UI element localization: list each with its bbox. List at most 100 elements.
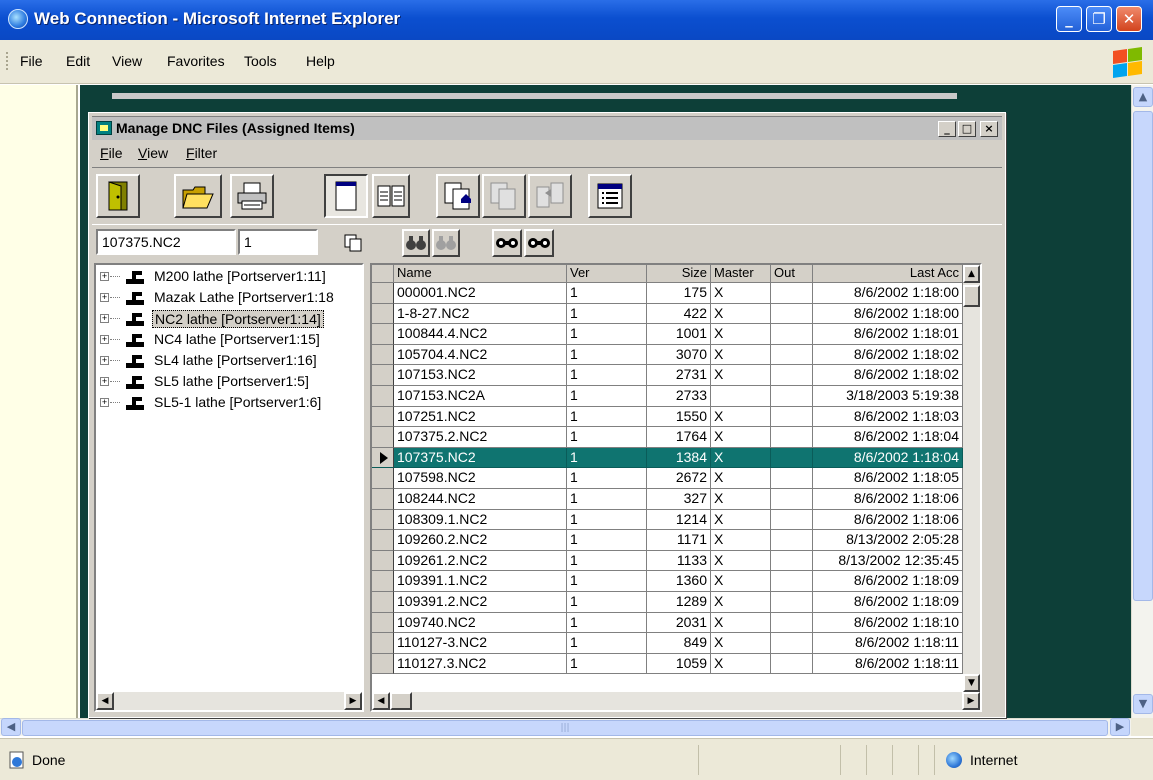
horizontal-scroll-thumb[interactable]: |||: [22, 720, 1108, 736]
file-grid[interactable]: Name Ver Size Master Out Last Acc 110127.3.NC…: [370, 263, 982, 712]
minimize-button[interactable]: _: [1056, 6, 1082, 32]
row-indicator[interactable]: [372, 386, 394, 407]
table-row[interactable]: 108244.NC2 1 327 X 8/6/2002 1:18:06: [372, 489, 963, 510]
row-indicator[interactable]: [372, 468, 394, 489]
dnc-maximize-button[interactable]: □: [958, 121, 976, 137]
menu-view[interactable]: View: [112, 53, 142, 69]
row-indicator[interactable]: [372, 633, 394, 654]
row-indicator[interactable]: [372, 489, 394, 510]
compare-file-button[interactable]: [528, 174, 572, 218]
row-indicator[interactable]: [372, 509, 394, 531]
table-row[interactable]: 109261.2.NC2 1 1133 X 8/13/2002 12:35:45: [372, 550, 963, 572]
print-button[interactable]: [230, 174, 274, 218]
exit-button[interactable]: [96, 174, 140, 218]
table-row[interactable]: 107375.NC2 1 1384 X 8/6/2002 1:18:04: [372, 447, 963, 469]
dnc-menu-filter[interactable]: Filter: [186, 145, 217, 161]
row-indicator[interactable]: [372, 406, 394, 428]
expand-icon[interactable]: +: [100, 398, 109, 407]
expand-icon[interactable]: +: [100, 356, 109, 365]
grid-vertical-scrollbar[interactable]: ▲ ▼: [963, 265, 980, 692]
dnc-menu-file[interactable]: File: [100, 145, 123, 161]
expand-icon[interactable]: +: [100, 314, 109, 323]
menu-edit[interactable]: Edit: [66, 53, 90, 69]
compare-view-button[interactable]: [372, 174, 410, 218]
table-row[interactable]: 107375.2.NC2 1 1764 X 8/6/2002 1:18:04: [372, 427, 963, 448]
row-indicator[interactable]: [372, 303, 394, 325]
table-row[interactable]: 109260.2.NC2 1 1171 X 8/13/2002 2:05:28: [372, 530, 963, 551]
row-indicator[interactable]: [372, 550, 394, 572]
menu-favorites[interactable]: Favorites: [167, 53, 225, 69]
grid-scroll-left-button[interactable]: ◀: [372, 692, 390, 710]
page-vertical-scrollbar[interactable]: ▲ ▼: [1131, 85, 1153, 718]
table-row[interactable]: 105704.4.NC2 1 3070 X 8/6/2002 1:18:02: [372, 344, 963, 366]
copy-button[interactable]: [340, 229, 366, 257]
table-row[interactable]: 108309.1.NC2 1 1214 X 8/6/2002 1:18:06: [372, 509, 963, 531]
dnc-minimize-button[interactable]: _: [938, 121, 956, 137]
row-indicator[interactable]: [372, 427, 394, 448]
grid-scroll-down-button[interactable]: ▼: [963, 674, 980, 692]
tree-scroll-left-button[interactable]: ◀: [96, 692, 114, 710]
row-indicator[interactable]: [372, 365, 394, 386]
table-row[interactable]: 110127.3.NC2 1 1059 X 8/6/2002 1:18:11: [372, 653, 963, 675]
column-header-name[interactable]: Name: [394, 265, 567, 283]
row-indicator[interactable]: [372, 612, 394, 634]
list-view-button[interactable]: [588, 174, 632, 218]
menu-tools[interactable]: Tools: [244, 53, 277, 69]
table-row[interactable]: 107153.NC2A 1 2733 3/18/2003 5:19:38: [372, 386, 963, 407]
grid-scroll-up-button[interactable]: ▲: [963, 265, 980, 283]
page-horizontal-scrollbar[interactable]: ◀ ||| ▶: [0, 718, 1131, 736]
file-name-input[interactable]: 107375.NC2: [96, 229, 236, 255]
grid-horizontal-scrollbar[interactable]: ◀ ▶: [372, 692, 980, 710]
table-row[interactable]: 109391.2.NC2 1 1289 X 8/6/2002 1:18:09: [372, 592, 963, 613]
expand-icon[interactable]: +: [100, 377, 109, 386]
table-row[interactable]: 107251.NC2 1 1550 X 8/6/2002 1:18:03: [372, 406, 963, 428]
scroll-down-button[interactable]: ▼: [1133, 694, 1153, 714]
column-header-last-access[interactable]: Last Acc: [813, 265, 963, 283]
row-indicator[interactable]: [372, 344, 394, 366]
row-indicator[interactable]: [372, 324, 394, 345]
filter-on-button[interactable]: [492, 229, 522, 257]
find-next-button[interactable]: [432, 229, 460, 257]
menu-file[interactable]: File: [20, 53, 43, 69]
expand-icon[interactable]: +: [100, 293, 109, 302]
table-row[interactable]: 107598.NC2 1 2672 X 8/6/2002 1:18:05: [372, 468, 963, 489]
scroll-up-button[interactable]: ▲: [1133, 87, 1153, 107]
find-button[interactable]: [402, 229, 430, 257]
tree-scroll-right-button[interactable]: ▶: [344, 692, 362, 710]
row-indicator[interactable]: [372, 592, 394, 613]
move-file-button[interactable]: [436, 174, 480, 218]
filter-off-button[interactable]: [524, 229, 554, 257]
column-header-ver[interactable]: Ver: [567, 265, 647, 283]
grid-horizontal-thumb[interactable]: [390, 692, 412, 710]
table-row[interactable]: 110127-3.NC2 1 849 X 8/6/2002 1:18:11: [372, 633, 963, 654]
expand-icon[interactable]: +: [100, 272, 109, 281]
scroll-thumb[interactable]: [1133, 111, 1153, 601]
version-input[interactable]: 1: [238, 229, 318, 255]
scroll-right-button[interactable]: ▶: [1110, 718, 1130, 736]
scroll-left-button[interactable]: ◀: [1, 718, 21, 736]
row-indicator[interactable]: [372, 653, 394, 675]
column-header-master[interactable]: Master: [711, 265, 771, 283]
dnc-close-button[interactable]: ×: [980, 121, 998, 137]
row-indicator[interactable]: [372, 530, 394, 551]
table-row[interactable]: 109740.NC2 1 2031 X 8/6/2002 1:18:10: [372, 612, 963, 634]
open-button[interactable]: [174, 174, 222, 218]
tree-horizontal-scrollbar[interactable]: ◀ ▶: [96, 692, 362, 710]
dnc-menu-view[interactable]: View: [138, 145, 168, 161]
copy-file-button[interactable]: [482, 174, 526, 218]
machine-tree[interactable]: + SL5-1 lathe [Portserver1:6] + SL5 lathe […: [94, 263, 364, 712]
column-header-out[interactable]: Out: [771, 265, 813, 283]
column-header-size[interactable]: Size: [647, 265, 711, 283]
single-view-button[interactable]: [324, 174, 368, 218]
table-row[interactable]: 109391.1.NC2 1 1360 X 8/6/2002 1:18:09: [372, 571, 963, 592]
row-indicator[interactable]: [372, 283, 394, 304]
row-indicator[interactable]: [372, 571, 394, 592]
restore-button[interactable]: ❐: [1086, 6, 1112, 32]
table-row[interactable]: 107153.NC2 1 2731 X 8/6/2002 1:18:02: [372, 365, 963, 386]
grid-scroll-thumb[interactable]: [963, 285, 980, 307]
close-button[interactable]: ✕: [1116, 6, 1142, 32]
expand-icon[interactable]: +: [100, 335, 109, 344]
table-row[interactable]: 000001.NC2 1 175 X 8/6/2002 1:18:00: [372, 283, 963, 304]
grid-scroll-right-button[interactable]: ▶: [962, 692, 980, 710]
table-row[interactable]: 1-8-27.NC2 1 422 X 8/6/2002 1:18:00: [372, 303, 963, 325]
